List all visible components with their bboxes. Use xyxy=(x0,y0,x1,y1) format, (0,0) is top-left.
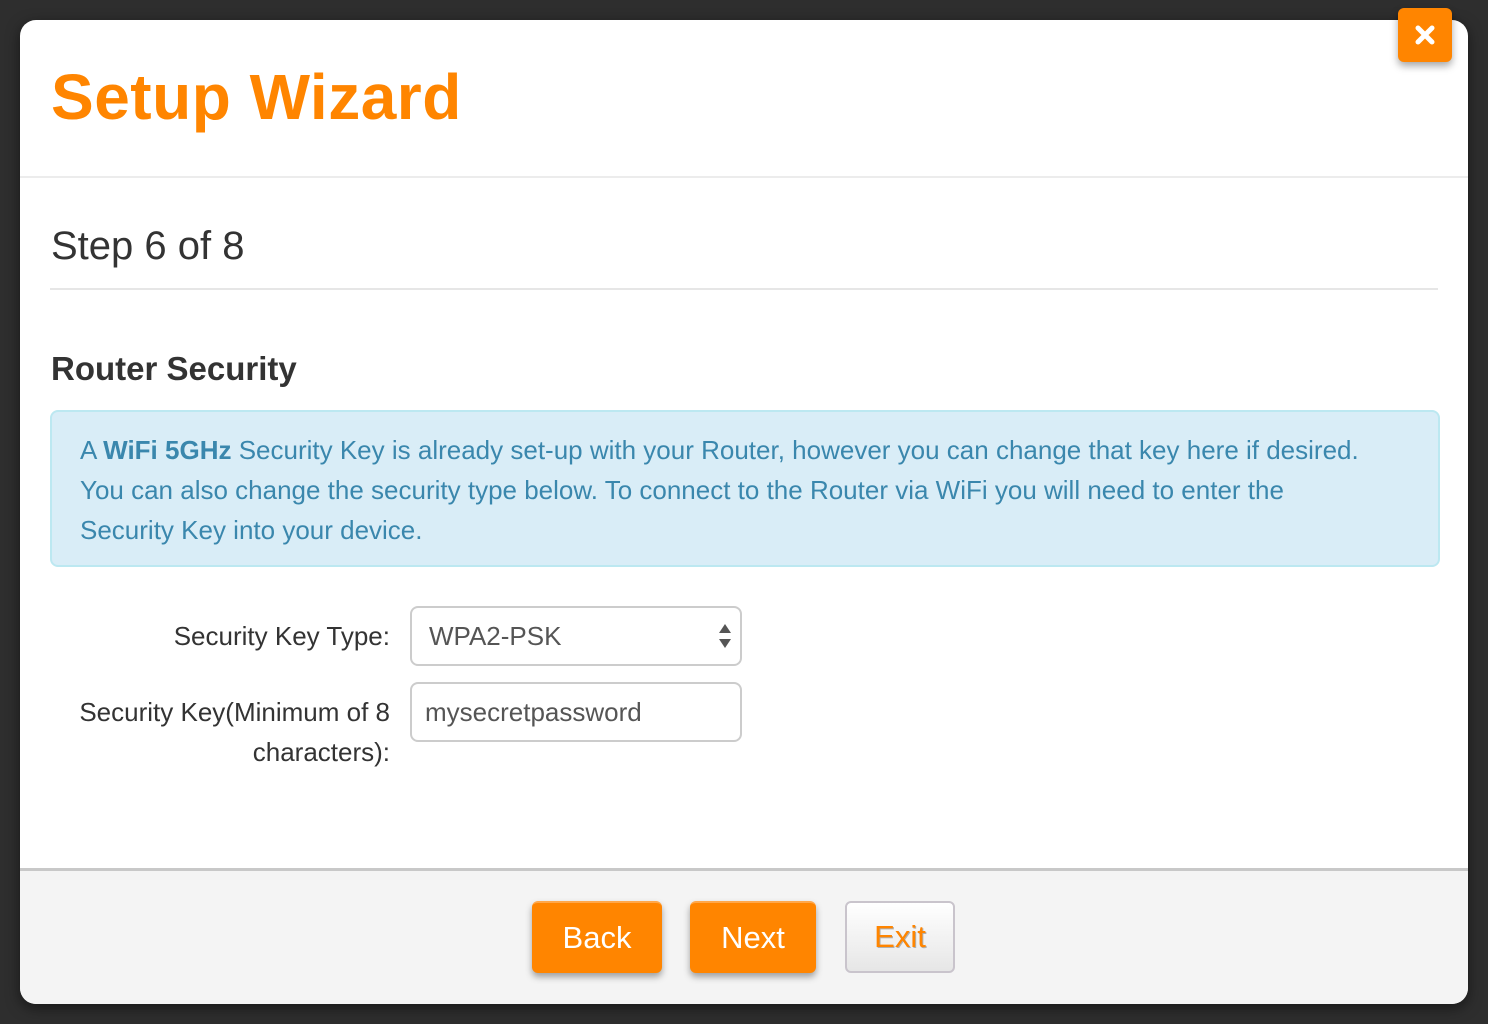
info-prefix: A xyxy=(80,435,104,465)
modal-header: Setup Wizard xyxy=(20,20,1468,178)
security-key-type-select[interactable]: WPA2-PSK xyxy=(410,606,742,666)
info-body: Security Key is already set-up with your… xyxy=(80,435,1359,545)
modal-footer: Back Next Exit xyxy=(20,868,1468,1004)
security-key-type-label: Security Key Type: xyxy=(173,621,390,651)
info-alert: A WiFi 5GHz Security Key is already set-… xyxy=(50,410,1440,567)
setup-wizard-modal: Setup Wizard Step 6 of 8 Router Security… xyxy=(20,20,1468,1004)
security-key-input[interactable] xyxy=(410,682,742,742)
modal-title: Setup Wizard xyxy=(51,61,462,133)
next-button[interactable]: Next xyxy=(690,901,816,973)
step-divider xyxy=(50,288,1438,290)
section-title: Router Security xyxy=(51,350,297,387)
close-button[interactable] xyxy=(1398,8,1452,62)
exit-button[interactable]: Exit xyxy=(845,901,955,973)
info-highlight: WiFi 5GHz xyxy=(103,435,232,465)
info-text: A WiFi 5GHz Security Key is already set-… xyxy=(80,430,1370,550)
step-indicator: Step 6 of 8 xyxy=(51,224,245,268)
close-icon xyxy=(1415,25,1435,45)
select-arrows-icon xyxy=(719,624,731,648)
security-key-label: Security Key(Minimum of 8 characters): xyxy=(79,697,390,767)
back-button[interactable]: Back xyxy=(532,901,662,973)
security-key-type-value: WPA2-PSK xyxy=(429,621,562,651)
